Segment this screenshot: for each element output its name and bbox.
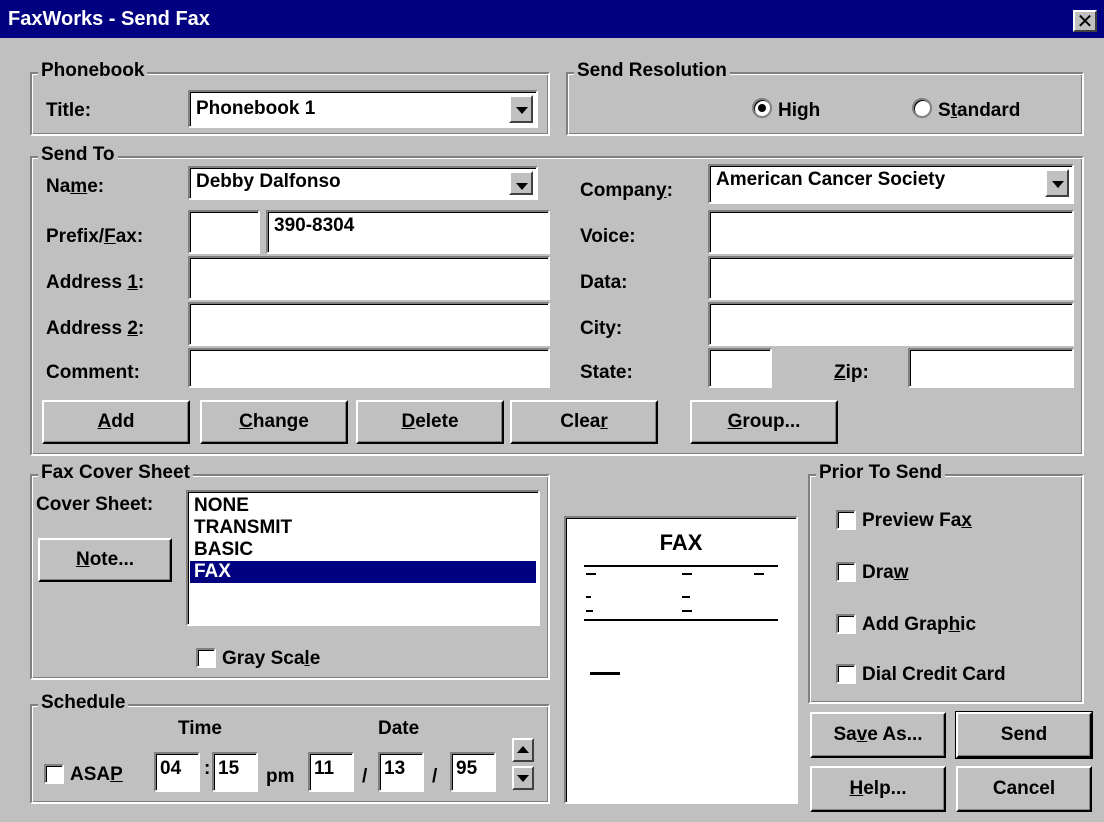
preview-fax-checkbox[interactable] <box>836 510 856 530</box>
radio-high-label: High <box>778 100 821 121</box>
time-label: Time <box>178 718 223 739</box>
chevron-down-icon[interactable] <box>1045 169 1069 197</box>
prior-to-send-legend: Prior To Send <box>816 462 946 484</box>
gray-scale-label: Gray Scale <box>222 648 321 669</box>
change-button[interactable]: Change <box>200 400 348 444</box>
dial-credit-card-checkbox[interactable] <box>836 664 856 684</box>
add-button[interactable]: Add <box>42 400 190 444</box>
draw-label: Draw <box>862 562 909 583</box>
date-label: Date <box>378 718 420 739</box>
month-input[interactable]: 11 <box>308 752 354 792</box>
phonebook-title-value: Phonebook 1 <box>196 98 316 119</box>
zip-label: Zip: <box>834 362 869 383</box>
chevron-down-icon[interactable] <box>509 171 533 195</box>
prefix-fax-label: Prefix/Fax: <box>46 226 144 247</box>
address2-label: Address 2: <box>46 318 145 339</box>
name-dropdown[interactable]: Debby Dalfonso <box>188 166 538 200</box>
radio-standard[interactable] <box>912 98 932 118</box>
chevron-down-icon[interactable] <box>509 95 533 123</box>
cover-sheet-legend: Fax Cover Sheet <box>38 462 193 484</box>
company-value: American Cancer Society <box>716 169 946 190</box>
city-input[interactable] <box>708 302 1074 346</box>
name-label: Name: <box>46 176 105 197</box>
comment-label: Comment: <box>46 362 140 383</box>
help-button[interactable]: Help... <box>810 766 946 812</box>
phonebook-title-dropdown[interactable]: Phonebook 1 <box>188 90 538 128</box>
data-input[interactable] <box>708 256 1074 300</box>
ampm-label[interactable]: pm <box>266 766 295 788</box>
cover-sheet-label: Cover Sheet: <box>36 494 154 515</box>
draw-checkbox[interactable] <box>836 562 856 582</box>
data-label: Data: <box>580 272 628 293</box>
asap-label: ASAP <box>70 764 123 785</box>
dial-credit-card-label: Dial Credit Card <box>862 664 1006 685</box>
company-label: Company: <box>580 180 673 201</box>
send-to-legend: Send To <box>38 144 118 166</box>
spin-down-icon[interactable] <box>512 766 534 790</box>
cover-sheet-option[interactable]: FAX <box>190 561 536 583</box>
day-input[interactable]: 13 <box>378 752 424 792</box>
cover-sheet-option[interactable]: BASIC <box>190 539 536 561</box>
title-bar: FaxWorks - Send Fax ✕ <box>0 0 1104 38</box>
add-graphic-label: Add Graphic <box>862 614 977 635</box>
preview-page-graphic <box>584 565 778 675</box>
gray-scale-checkbox[interactable] <box>196 648 216 668</box>
hour-input[interactable]: 04 <box>154 752 200 792</box>
save-as-button[interactable]: Save As... <box>810 712 946 758</box>
voice-input[interactable] <box>708 210 1074 254</box>
city-label: City: <box>580 318 623 339</box>
state-input[interactable] <box>708 348 772 388</box>
spin-up-icon[interactable] <box>512 738 534 762</box>
zip-input[interactable] <box>908 348 1074 388</box>
address1-label: Address 1: <box>46 272 145 293</box>
cover-sheet-option[interactable]: TRANSMIT <box>190 517 536 539</box>
phonebook-legend: Phonebook <box>38 60 148 82</box>
send-resolution-legend: Send Resolution <box>574 60 730 82</box>
radio-high[interactable] <box>752 98 772 118</box>
send-button[interactable]: Send <box>955 711 1093 759</box>
year-input[interactable]: 95 <box>450 752 496 792</box>
cancel-button[interactable]: Cancel <box>956 766 1092 812</box>
time-separator: : <box>204 758 211 779</box>
name-value: Debby Dalfonso <box>196 171 341 192</box>
clear-button[interactable]: Clear <box>510 400 658 444</box>
window-title: FaxWorks - Send Fax <box>8 8 210 30</box>
date-separator-2: / <box>432 766 438 787</box>
title-label: Title: <box>46 100 92 121</box>
minute-input[interactable]: 15 <box>212 752 258 792</box>
asap-checkbox[interactable] <box>44 764 64 784</box>
radio-standard-label: Standard <box>938 100 1021 121</box>
fax-preview: FAX <box>564 516 798 804</box>
address1-input[interactable] <box>188 256 550 300</box>
close-button[interactable]: ✕ <box>1073 10 1097 32</box>
send-fax-dialog: FaxWorks - Send Fax ✕ Phonebook Title: P… <box>0 0 1104 822</box>
close-icon: ✕ <box>1076 11 1094 33</box>
preview-fax-label: Preview Fax <box>862 510 972 531</box>
state-label: State: <box>580 362 633 383</box>
group-button[interactable]: Group... <box>690 400 838 444</box>
prefix-input[interactable] <box>188 210 260 254</box>
comment-input[interactable] <box>188 348 550 388</box>
date-separator-1: / <box>362 766 368 787</box>
cover-sheet-listbox[interactable]: NONE TRANSMIT BASIC FAX <box>186 490 540 626</box>
address2-input[interactable] <box>188 302 550 346</box>
delete-button[interactable]: Delete <box>356 400 504 444</box>
cover-sheet-option[interactable]: NONE <box>190 495 536 517</box>
company-dropdown[interactable]: American Cancer Society <box>708 164 1074 204</box>
fax-number-input[interactable]: 390-8304 <box>266 210 550 254</box>
schedule-legend: Schedule <box>38 692 129 714</box>
cover-sheet-options: NONE TRANSMIT BASIC FAX <box>190 495 536 583</box>
voice-label: Voice: <box>580 226 636 247</box>
note-button[interactable]: Note... <box>38 538 172 582</box>
add-graphic-checkbox[interactable] <box>836 614 856 634</box>
